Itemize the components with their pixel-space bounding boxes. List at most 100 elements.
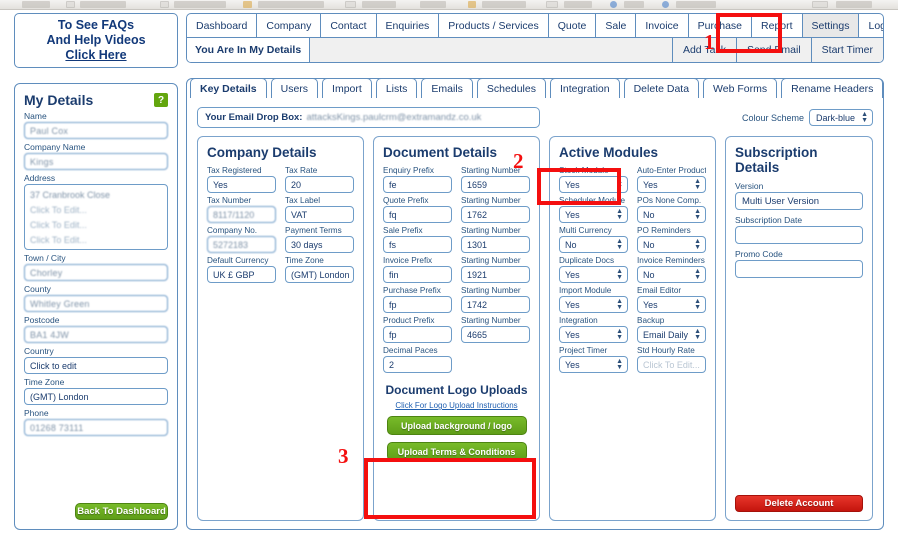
county-input[interactable]: Whitley Green <box>24 295 168 312</box>
logo-instructions-link[interactable]: Click For Logo Upload Instructions <box>383 401 530 410</box>
field-label: Project Timer <box>559 346 608 355</box>
default-currency-input[interactable]: UK £ GBP <box>207 266 276 283</box>
enquiry-starting-number-input[interactable]: 1659 <box>461 176 530 193</box>
invoice-starting-number-input[interactable]: 1921 <box>461 266 530 283</box>
purchase-starting-number-input[interactable]: 1742 <box>461 296 530 313</box>
version-input[interactable]: Multi User Version <box>735 192 863 210</box>
tab-delete-data[interactable]: Delete Data <box>623 78 700 98</box>
stock-module-select[interactable]: Yes ▲ ▼ <box>559 176 628 193</box>
nav-item-log-out[interactable]: Log Out <box>859 14 883 37</box>
invoice-reminders-select[interactable]: No ▲ ▼ <box>637 266 706 283</box>
nav-item-purchase[interactable]: Purchase <box>689 14 753 37</box>
tab-web-forms[interactable]: Web Forms <box>703 78 778 98</box>
nav-item-invoice[interactable]: Invoice <box>636 14 689 37</box>
nav-item-dashboard[interactable]: Dashboard <box>187 14 258 37</box>
company-row-2: Tax Number 8117/1120 Tax Label VAT <box>207 195 354 225</box>
quote-prefix-input[interactable]: fq <box>383 206 452 223</box>
product-prefix-input[interactable]: fp <box>383 326 452 343</box>
postcode-input[interactable]: BA1 4JW <box>24 326 168 343</box>
import-module-select[interactable]: Yes ▲ ▼ <box>559 296 628 313</box>
email-editor-select[interactable]: Yes ▲ ▼ <box>637 296 706 313</box>
scheduler-module-select[interactable]: Yes ▲ ▼ <box>559 206 628 223</box>
subscription-date-input[interactable] <box>735 226 863 244</box>
nav-item-settings[interactable]: Settings <box>802 14 860 37</box>
chevron-updown-icon: ▲ ▼ <box>694 297 701 311</box>
duplicate-docs-select[interactable]: Yes ▲ ▼ <box>559 266 628 283</box>
multi-currency-select[interactable]: No ▲ ▼ <box>559 236 628 253</box>
field-phone: Phone 01268 73111 <box>24 408 168 436</box>
faq-help-box[interactable]: To See FAQs And Help Videos Click Here <box>14 13 178 68</box>
nav-item-contact[interactable]: Contact <box>321 14 377 37</box>
field-label: Starting Number <box>461 286 521 295</box>
company-time-zone-input[interactable]: (GMT) London <box>285 266 354 283</box>
sale-prefix-input[interactable]: fs <box>383 236 452 253</box>
field-version: Version Multi User Version <box>735 180 863 210</box>
std-hourly-rate-input[interactable]: Click To Edit... <box>637 356 706 373</box>
chevron-updown-icon: ▲ ▼ <box>694 267 701 281</box>
backup-select[interactable]: Email Daily ▲ ▼ <box>637 326 706 343</box>
nav-item-quote[interactable]: Quote <box>549 14 597 37</box>
tab-rename-headers[interactable]: Rename Headers <box>781 78 884 98</box>
field-label: Tax Number <box>207 196 252 205</box>
sale-starting-number-input[interactable]: 1301 <box>461 236 530 253</box>
company-row-4: Default Currency UK £ GBP Time Zone (GMT… <box>207 255 354 285</box>
name-input[interactable]: Paul Cox <box>24 122 168 139</box>
invoice-prefix-input[interactable]: fin <box>383 266 452 283</box>
chevron-updown-icon: ▲ ▼ <box>694 327 701 341</box>
purchase-prefix-input[interactable]: fp <box>383 296 452 313</box>
quote-starting-number-input[interactable]: 1762 <box>461 206 530 223</box>
tax-registered-input[interactable]: Yes <box>207 176 276 193</box>
field-label: Company No. <box>207 226 258 235</box>
auto-enter-product-select[interactable]: Yes ▲ ▼ <box>637 176 706 193</box>
town-city-input[interactable]: Chorley <box>24 264 168 281</box>
po-reminders-select[interactable]: No ▲ ▼ <box>637 236 706 253</box>
document-row-2: Quote Prefix fq Starting Number 1762 <box>383 195 530 225</box>
start-timer-button[interactable]: Start Timer <box>811 38 883 62</box>
company-details-card: Company Details Tax Registered Yes Tax R… <box>197 136 364 521</box>
nav-item-company[interactable]: Company <box>257 14 322 37</box>
nav-item-report[interactable]: Report <box>752 14 803 37</box>
address-input[interactable]: 37 Cranbrook Close Click To Edit... Clic… <box>24 184 168 250</box>
help-icon[interactable]: ? <box>154 93 168 107</box>
tab-emails[interactable]: Emails <box>421 78 473 98</box>
tax-number-input[interactable]: 8117/1120 <box>207 206 276 223</box>
tab-key-details[interactable]: Key Details <box>190 78 267 98</box>
tab-lists[interactable]: Lists <box>375 78 418 98</box>
decimal-places-input[interactable]: 2 <box>383 356 452 373</box>
company-no-input[interactable]: 5272183 <box>207 236 276 253</box>
nav-item-enquiries[interactable]: Enquiries <box>377 14 440 37</box>
tab-integration[interactable]: Integration <box>549 78 620 98</box>
delete-account-button[interactable]: Delete Account <box>735 495 863 512</box>
tab-schedules[interactable]: Schedules <box>476 78 546 98</box>
promo-code-input[interactable] <box>735 260 863 278</box>
nav-item-products-services[interactable]: Products / Services <box>439 14 549 37</box>
product-starting-number-input[interactable]: 4665 <box>461 326 530 343</box>
field-label: Company Name <box>24 142 86 152</box>
time-zone-input[interactable]: (GMT) London <box>24 388 168 405</box>
company-name-input[interactable]: Kings <box>24 153 168 170</box>
tab-users[interactable]: Users <box>270 78 319 98</box>
tax-rate-input[interactable]: 20 <box>285 176 354 193</box>
chevron-updown-icon: ▲ ▼ <box>616 237 623 251</box>
select-value: No <box>565 239 577 250</box>
upload-terms-conditions-button[interactable]: Upload Terms & Conditions <box>386 442 527 461</box>
integration-select[interactable]: Yes ▲ ▼ <box>559 326 628 343</box>
phone-input[interactable]: 01268 73111 <box>24 419 168 436</box>
top-navigation: Dashboard Company Contact Enquiries Prod… <box>186 13 884 63</box>
send-email-button[interactable]: Send Email <box>736 38 812 62</box>
document-row-7: Decimal Paces 2 <box>383 345 530 375</box>
project-timer-select[interactable]: Yes ▲ ▼ <box>559 356 628 373</box>
payment-terms-input[interactable]: 30 days <box>285 236 354 253</box>
faq-click-here-link[interactable]: Click Here <box>65 48 126 63</box>
colour-scheme-select[interactable]: Dark-blue ▲ ▼ <box>809 109 873 126</box>
upload-background-logo-button[interactable]: Upload background / logo <box>386 416 527 435</box>
country-input[interactable]: Click to edit <box>24 357 168 374</box>
field-promo-code: Promo Code <box>735 248 863 278</box>
tab-import[interactable]: Import <box>322 78 372 98</box>
back-to-dashboard-button[interactable]: Back To Dashboard <box>75 503 168 520</box>
enquiry-prefix-input[interactable]: fe <box>383 176 452 193</box>
pos-none-comp-select[interactable]: No ▲ ▼ <box>637 206 706 223</box>
tax-label-input[interactable]: VAT <box>285 206 354 223</box>
nav-item-sale[interactable]: Sale <box>596 14 637 37</box>
add-task-button[interactable]: Add Task <box>672 38 737 62</box>
